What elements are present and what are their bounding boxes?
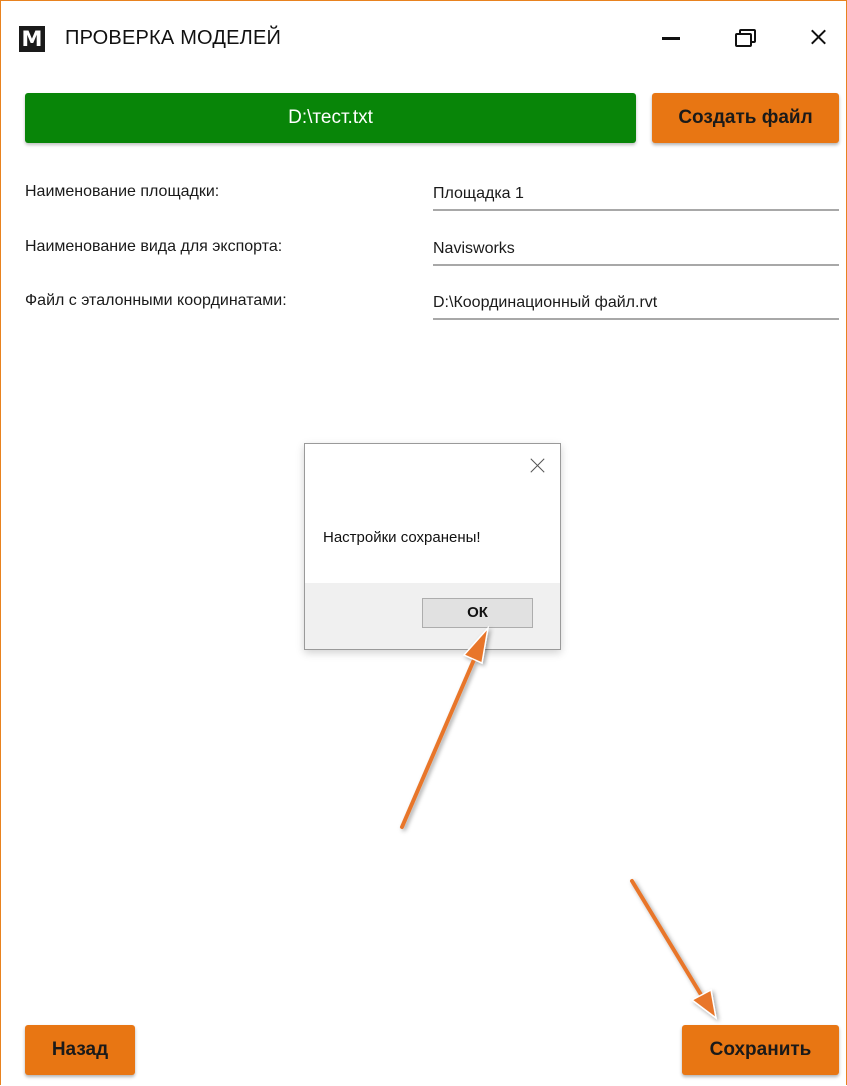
dialog-footer: ОК <box>305 583 560 649</box>
app-window: M ПРОВЕРКА МОДЕЛЕЙ D:\тест.txt Создать ф… <box>0 0 847 1085</box>
export-view-label: Наименование вида для экспорта: <box>25 238 283 255</box>
save-button[interactable]: Сохранить <box>682 1025 839 1075</box>
dialog-message: Настройки сохранены! <box>323 529 481 546</box>
window-title: ПРОВЕРКА МОДЕЛЕЙ <box>65 27 282 49</box>
restore-icon[interactable] <box>723 19 763 55</box>
site-name-input[interactable]: Площадка 1 <box>433 181 839 211</box>
minimize-icon[interactable] <box>651 19 691 55</box>
title-bar[interactable]: M ПРОВЕРКА МОДЕЛЕЙ <box>1 1 846 79</box>
message-dialog: Настройки сохранены! ОК <box>304 443 561 650</box>
site-name-label: Наименование площадки: <box>25 183 220 200</box>
create-file-button[interactable]: Создать файл <box>652 93 839 143</box>
back-button[interactable]: Назад <box>25 1025 135 1075</box>
dialog-close-icon[interactable] <box>527 456 547 476</box>
reference-file-label: Файл с эталонными координатами: <box>25 292 287 309</box>
restore-icon-front <box>735 33 752 47</box>
file-path-bar[interactable]: D:\тест.txt <box>25 93 636 143</box>
close-icon[interactable] <box>798 19 838 55</box>
ok-button[interactable]: ОК <box>422 598 533 628</box>
reference-file-input[interactable]: D:\Координационный файл.rvt <box>433 290 839 320</box>
app-logo-icon: M <box>19 26 45 52</box>
export-view-input[interactable]: Navisworks <box>433 236 839 266</box>
